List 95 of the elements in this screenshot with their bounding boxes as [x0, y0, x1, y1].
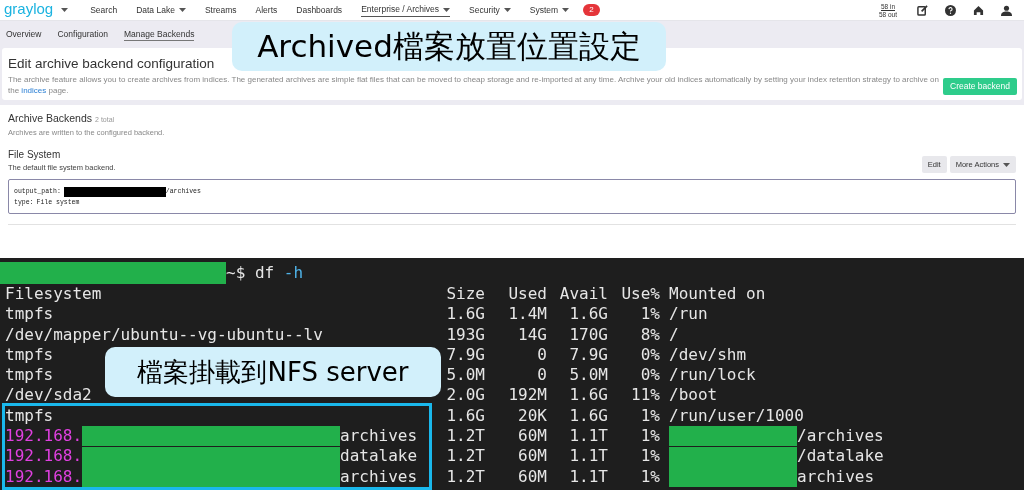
page-description: The archive feature allows you to create archives from indices. The generated archives are simple flat files that can be moved to cheap storage and re-imported at any time. Archive your old indices automatically by setting your index retention strategy to archive on the indices page.: [8, 74, 940, 96]
value-cell: 1.1T: [569, 466, 608, 486]
caret-icon: [61, 8, 69, 12]
filesystem-cell: tmpfs: [5, 365, 54, 385]
sub-navigation-tab[interactable]: Manage Backends: [124, 27, 195, 42]
filesystem-cell: tmpfs: [5, 344, 54, 364]
indices-link[interactable]: indices: [21, 86, 47, 95]
sub-navigation-tab[interactable]: Configuration: [57, 28, 108, 41]
filesystem-cell: tmpfs: [5, 304, 54, 324]
column-header: Size: [445, 284, 485, 305]
sub-navigation-tab[interactable]: Overview: [6, 28, 42, 41]
value-cell: 1.6G: [446, 405, 485, 425]
value-cell: 0: [537, 365, 547, 385]
value-cell: 1.6G: [569, 304, 608, 324]
nav-menu-item[interactable]: Enterprise / Archives: [361, 3, 451, 17]
value-cell: 7.9G: [446, 344, 485, 364]
value-cell: 14G: [518, 324, 547, 344]
mount-cell: /: [669, 324, 679, 345]
value-cell: 8%: [640, 324, 660, 344]
mount-cell: /run/lock: [669, 365, 756, 386]
value-cell: 1.2T: [446, 426, 485, 446]
column-header: Use%: [620, 284, 660, 305]
value-cell: 1.6G: [446, 304, 485, 324]
value-cell: 60M: [518, 426, 547, 446]
value-cell: 1%: [640, 426, 660, 446]
value-cell: 5.0M: [569, 365, 608, 385]
filesystem-cell: datalake: [340, 446, 418, 467]
section-title: Archive Backends: [8, 111, 93, 126]
value-cell: 5.0M: [446, 365, 485, 385]
filesystem-cell: /dev/sda2: [5, 385, 92, 405]
home-icon[interactable]: [973, 4, 984, 16]
value-cell: 1.6G: [569, 405, 608, 425]
value-cell: 1.2T: [446, 466, 485, 486]
value-cell: 60M: [518, 466, 547, 486]
value-cell: 1%: [640, 405, 660, 425]
value-cell: 193G: [446, 324, 485, 344]
filesystem-cell: archives: [340, 426, 418, 447]
nav-menu-item[interactable]: Alerts: [255, 3, 278, 17]
mount-cell: /archives: [797, 426, 884, 447]
value-cell: 1%: [640, 304, 660, 324]
filesystem-cell: 192.168.: [5, 446, 83, 467]
value-cell: 170G: [569, 324, 608, 344]
annotation-callout: 檔案掛載到NFS server: [105, 347, 441, 397]
caret-icon: [178, 8, 186, 12]
value-cell: 0: [537, 344, 547, 364]
nav-menu-item[interactable]: Dashboards: [296, 3, 343, 17]
value-cell: 1.1T: [569, 426, 608, 446]
caret-icon: [1003, 162, 1010, 167]
mount-cell: /run/user/1000: [669, 405, 804, 427]
column-header: Avail: [558, 284, 608, 305]
terminal-argument: -h: [283, 262, 304, 284]
caret-icon: [443, 7, 451, 12]
filesystem-cell: 192.168.: [5, 426, 83, 447]
filesystem-cell: tmpfs: [5, 405, 54, 425]
nav-menu-item[interactable]: Search: [90, 3, 118, 17]
value-cell: 0%: [640, 365, 660, 385]
filesystem-cell: archives: [340, 466, 418, 487]
mount-cell: /dev/shm: [669, 344, 747, 366]
terminal-prompt: ~$: [226, 262, 247, 284]
filesystem-cell: 192.168.: [5, 466, 83, 487]
annotation-callout: Archived檔案放置位置設定: [232, 22, 666, 71]
filesystem-cell: /dev/mapper/ubuntu--vg-ubuntu--lv: [5, 324, 323, 344]
caret-icon: [503, 8, 511, 12]
mount-cell: /run: [669, 304, 708, 325]
caret-icon: [562, 8, 570, 12]
value-cell: 1%: [640, 466, 660, 486]
value-cell: 1%: [640, 446, 660, 466]
edit-icon[interactable]: [917, 4, 928, 16]
nav-menu-item[interactable]: Security: [469, 3, 511, 17]
user-icon[interactable]: [1001, 4, 1012, 16]
terminal-command: df: [254, 262, 276, 284]
value-cell: 1.2T: [446, 446, 485, 466]
column-header: Used: [507, 284, 547, 305]
nav-menu-item[interactable]: Streams: [204, 3, 237, 17]
value-cell: 20K: [518, 405, 547, 425]
column-header: Mounted on: [669, 284, 766, 305]
mount-cell: /datalake: [797, 446, 884, 467]
backend-name: File System: [8, 148, 62, 162]
value-cell: 1.4M: [508, 304, 547, 324]
nav-menu-item[interactable]: Data Lake: [136, 3, 186, 17]
value-cell: 1.1T: [569, 446, 608, 466]
column-header: Filesystem: [5, 284, 103, 305]
value-cell: 7.9G: [569, 344, 608, 364]
value-cell: 2.0G: [446, 385, 485, 405]
value-cell: 192M: [508, 385, 547, 405]
nav-menu-item[interactable]: System: [529, 3, 570, 17]
help-icon[interactable]: [945, 4, 956, 16]
value-cell: 0%: [640, 344, 660, 364]
mount-cell: archives: [797, 466, 875, 487]
value-cell: 11%: [631, 385, 660, 405]
value-cell: 60M: [518, 446, 547, 466]
mount-cell: /boot: [669, 385, 718, 406]
page-title: Edit archive backend configuration: [8, 56, 216, 72]
notification-badge[interactable]: 2: [583, 4, 600, 16]
value-cell: 1.6G: [569, 385, 608, 405]
